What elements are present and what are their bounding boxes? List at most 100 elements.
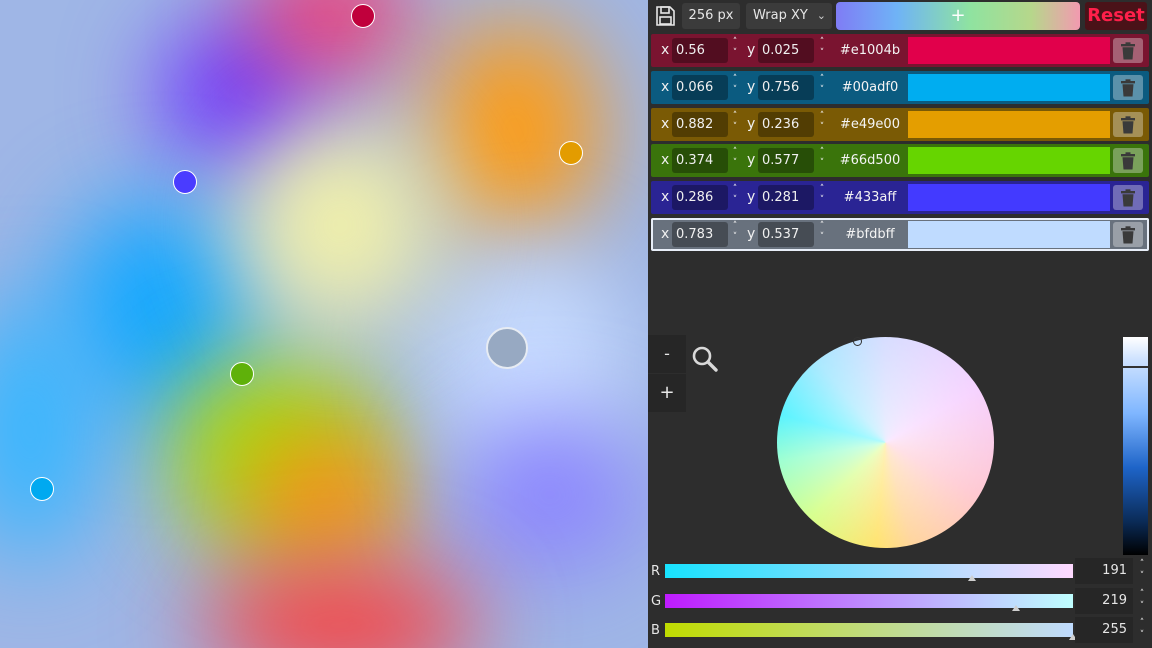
editor-panel: 256 px Wrap XY ⌄ + Reset x 0.56 ˄ ˅ y 0.025 ˄ ˅… [648, 0, 1152, 648]
color-swatch[interactable] [908, 37, 1110, 64]
slider-thumb-r[interactable] [968, 575, 976, 581]
brightness-bar[interactable] [1123, 337, 1148, 555]
point-row[interactable]: x 0.882 ˄ ˅ y 0.236 ˄ ˅ #e49e00 [651, 108, 1149, 141]
x-spinner-arrows-icon[interactable]: ˄ ˅ [729, 184, 741, 211]
trash-icon [1121, 78, 1135, 96]
x-coordinate-input[interactable]: 0.286 [672, 185, 728, 210]
hex-color-label: #e1004b [839, 43, 901, 58]
color-wheel[interactable] [777, 337, 994, 548]
trash-icon [1121, 41, 1135, 59]
delete-point-button[interactable] [1113, 112, 1143, 137]
color-point-handle[interactable] [351, 4, 375, 28]
x-spinner-arrows-icon[interactable]: ˄ ˅ [729, 74, 741, 101]
x-coordinate-input[interactable]: 0.882 [672, 112, 728, 137]
zoom-in-button[interactable]: + [648, 374, 686, 412]
y-spinner-arrows-icon[interactable]: ˄ ˅ [816, 111, 828, 138]
color-swatch[interactable] [908, 184, 1110, 211]
y-coordinate-input[interactable]: 0.537 [758, 222, 814, 247]
delete-point-button[interactable] [1113, 148, 1143, 173]
x-label: x [661, 152, 670, 168]
color-point-handle[interactable] [559, 141, 583, 165]
slider-value-g[interactable]: 219 [1075, 588, 1133, 614]
toolbar: 256 px Wrap XY ⌄ + Reset [648, 0, 1152, 32]
x-label: x [661, 79, 670, 95]
slider-label-b: B [651, 623, 660, 638]
x-coordinate-input[interactable]: 0.066 [672, 75, 728, 100]
spinner-arrows-icon[interactable]: ˄ ˅ [1136, 588, 1148, 614]
y-coordinate-input[interactable]: 0.236 [758, 112, 814, 137]
hex-color-label: #e49e00 [840, 117, 900, 132]
y-coordinate-input[interactable]: 0.756 [758, 75, 814, 100]
slider-track-b[interactable] [665, 623, 1073, 637]
color-point-handle[interactable] [30, 477, 54, 501]
slider-value-b[interactable]: 255 [1075, 617, 1133, 643]
slider-track-r[interactable] [665, 564, 1073, 578]
trash-icon [1121, 188, 1135, 206]
add-point-button[interactable]: + [836, 2, 1080, 30]
y-spinner-arrows-icon[interactable]: ˄ ˅ [816, 184, 828, 211]
point-row[interactable]: x 0.56 ˄ ˅ y 0.025 ˄ ˅ #e1004b [651, 34, 1149, 67]
reset-button[interactable]: Reset [1085, 2, 1147, 30]
y-spinner-arrows-icon[interactable]: ˄ ˅ [816, 221, 828, 248]
spinner-arrows-icon[interactable]: ˄ ˅ [1136, 558, 1148, 584]
x-coordinate-input[interactable]: 0.783 [672, 222, 728, 247]
trash-icon [1121, 151, 1135, 169]
x-spinner-arrows-icon[interactable]: ˄ ˅ [729, 221, 741, 248]
color-wheel-marker[interactable] [853, 337, 862, 346]
color-swatch[interactable] [908, 111, 1110, 138]
x-spinner-arrows-icon[interactable]: ˄ ˅ [729, 111, 741, 138]
y-spinner-arrows-icon[interactable]: ˄ ˅ [816, 74, 828, 101]
y-label: y [747, 42, 756, 58]
color-point-handle[interactable] [173, 170, 197, 194]
magnifier-icon[interactable] [690, 344, 720, 374]
trash-icon [1121, 115, 1135, 133]
delete-point-button[interactable] [1113, 75, 1143, 100]
brightness-marker[interactable] [1123, 366, 1148, 368]
y-spinner-arrows-icon[interactable]: ˄ ˅ [816, 37, 828, 64]
image-size-field[interactable]: 256 px [682, 3, 740, 29]
hex-color-label: #bfdbff [845, 227, 895, 242]
zoom-out-button[interactable]: - [648, 335, 686, 373]
color-swatch[interactable] [908, 74, 1110, 101]
point-row[interactable]: x 0.066 ˄ ˅ y 0.756 ˄ ˅ #00adf0 [651, 71, 1149, 104]
color-swatch[interactable] [908, 147, 1110, 174]
x-label: x [661, 42, 670, 58]
color-point-handle[interactable] [230, 362, 254, 386]
slider-thumb-g[interactable] [1012, 605, 1020, 611]
x-spinner-arrows-icon[interactable]: ˄ ˅ [729, 147, 741, 174]
delete-point-button[interactable] [1113, 185, 1143, 210]
delete-point-button[interactable] [1113, 38, 1143, 63]
x-coordinate-input[interactable]: 0.56 [672, 38, 728, 63]
slider-value-r[interactable]: 191 [1075, 558, 1133, 584]
y-coordinate-input[interactable]: 0.281 [758, 185, 814, 210]
hex-color-label: #66d500 [839, 153, 901, 168]
wrap-mode-select[interactable]: Wrap XY ⌄ [746, 3, 832, 29]
save-button[interactable] [653, 3, 677, 29]
x-label: x [661, 189, 670, 205]
color-swatch[interactable] [908, 221, 1110, 248]
app-window: 256 px Wrap XY ⌄ + Reset x 0.56 ˄ ˅ y 0.025 ˄ ˅… [0, 0, 1152, 648]
point-row[interactable]: x 0.286 ˄ ˅ y 0.281 ˄ ˅ #433aff [651, 181, 1149, 214]
y-label: y [747, 189, 756, 205]
y-coordinate-input[interactable]: 0.025 [758, 38, 814, 63]
y-label: y [747, 116, 756, 132]
point-row[interactable]: x 0.374 ˄ ˅ y 0.577 ˄ ˅ #66d500 [651, 144, 1149, 177]
delete-point-button[interactable] [1113, 222, 1143, 247]
x-label: x [661, 226, 670, 242]
y-coordinate-input[interactable]: 0.577 [758, 148, 814, 173]
spinner-arrows-icon[interactable]: ˄ ˅ [1136, 617, 1148, 643]
chevron-down-icon: ⌄ [816, 9, 826, 22]
y-label: y [747, 79, 756, 95]
selected-color-point-handle[interactable] [486, 327, 528, 369]
slider-label-g: G [651, 594, 662, 609]
hex-color-label: #433aff [843, 190, 897, 205]
x-spinner-arrows-icon[interactable]: ˄ ˅ [729, 37, 741, 64]
slider-label-r: R [651, 564, 661, 579]
trash-icon [1121, 225, 1135, 243]
x-coordinate-input[interactable]: 0.374 [672, 148, 728, 173]
save-icon [656, 6, 675, 26]
y-spinner-arrows-icon[interactable]: ˄ ˅ [816, 147, 828, 174]
point-row[interactable]: x 0.783 ˄ ˅ y 0.537 ˄ ˅ #bfdbff [651, 218, 1149, 251]
y-label: y [747, 152, 756, 168]
gradient-canvas[interactable] [0, 0, 648, 648]
